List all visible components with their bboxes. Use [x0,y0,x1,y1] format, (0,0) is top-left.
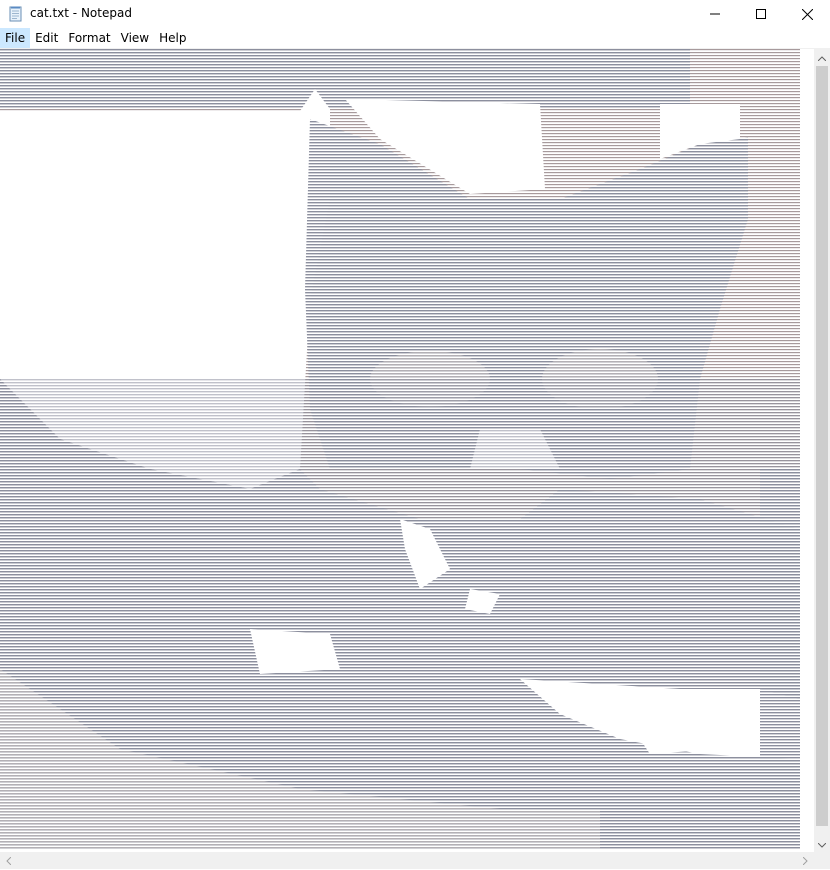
menu-bar: File Edit Format View Help [0,28,830,48]
maximize-icon [756,9,766,19]
menu-view[interactable]: View [116,28,154,48]
ascii-art-cat [0,49,800,849]
window-title: cat.txt - Notepad [30,6,132,20]
menu-file[interactable]: File [0,28,31,48]
horizontal-scrollbar[interactable] [0,852,814,869]
chevron-down-icon [817,835,827,853]
menu-format[interactable]: Format [63,28,115,48]
chevron-up-icon [817,48,827,66]
maximize-button[interactable] [738,0,784,28]
scroll-down-arrow[interactable] [814,835,830,852]
scroll-up-arrow[interactable] [814,48,830,65]
close-icon [801,8,813,20]
vertical-scroll-thumb[interactable] [816,66,828,826]
scroll-left-arrow[interactable] [0,852,17,869]
notepad-icon [8,6,24,22]
text-editor[interactable] [0,48,814,853]
size-grip[interactable] [814,852,830,869]
minimize-icon [710,9,720,19]
vertical-scrollbar[interactable] [814,48,830,852]
minimize-button[interactable] [692,0,738,28]
menu-help[interactable]: Help [154,28,191,48]
chevron-left-icon [6,852,12,870]
menu-edit[interactable]: Edit [30,28,63,48]
title-bar: cat.txt - Notepad [0,0,830,28]
scroll-right-arrow[interactable] [797,852,814,869]
chevron-right-icon [802,852,808,870]
close-button[interactable] [784,0,830,28]
